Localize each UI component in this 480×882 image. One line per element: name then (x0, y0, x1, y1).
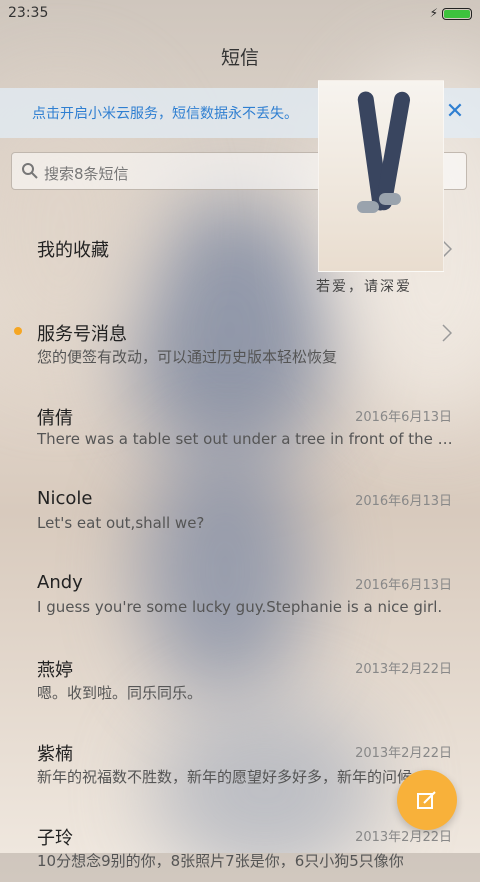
item-preview: 您的便签有改动，可以通过历史版本轻松恢复 (37, 348, 338, 366)
message-date: 2016年6月13日 (355, 578, 452, 593)
conversation-row[interactable]: 燕婷 2013年2月22日 嗯。收到啦。同乐同乐。 (0, 630, 480, 714)
battery-icon (442, 8, 472, 20)
close-icon[interactable]: ✕ (440, 98, 470, 128)
status-bar: 23:35 ⚡ (0, 0, 480, 28)
unread-dot (14, 327, 22, 335)
search-icon (22, 163, 38, 179)
message-date: 2016年6月13日 (355, 410, 452, 425)
contact-name: 紫楠 (37, 744, 73, 765)
list-item-service[interactable]: 服务号消息 您的便签有改动，可以通过历史版本轻松恢复 (0, 294, 480, 378)
message-date: 2013年2月22日 (355, 830, 452, 845)
contact-name: 倩倩 (37, 408, 73, 429)
page-title: 短信 (220, 47, 259, 69)
conversation-row[interactable]: 倩倩 2016年6月13日 There was a table set out … (0, 378, 480, 462)
cloud-notice-text[interactable]: 点击开启小米云服务，短信数据永不丢失。 (32, 103, 298, 123)
search-placeholder: 搜索8条短信 (44, 165, 129, 183)
conversation-row[interactable]: Andy 2016年6月13日 I guess you're some luck… (0, 546, 480, 630)
message-date: 2013年2月22日 (355, 662, 452, 677)
photo-image (318, 80, 444, 272)
message-preview: 10分想念9别的你，8张照片7张是你，6只小狗5只像你 (37, 852, 404, 870)
message-preview: 新年的祝福数不胜数，新年的愿望好多好多，新年的问候... (37, 768, 427, 786)
photo-caption: 若爱，请深爱 (316, 279, 412, 295)
contact-name: Nicole (37, 488, 93, 509)
message-preview: 嗯。收到啦。同乐同乐。 (37, 684, 203, 702)
message-date: 2013年2月22日 (355, 746, 452, 761)
item-name: 我的收藏 (37, 240, 109, 261)
message-preview: Let's eat out,shall we? (37, 514, 205, 532)
conversation-row[interactable]: Nicole 2016年6月13日 Let's eat out,shall we… (0, 462, 480, 546)
chevron-right-icon (442, 324, 452, 342)
item-name: 服务号消息 (37, 324, 127, 345)
compose-button[interactable] (397, 770, 457, 830)
contact-name: 燕婷 (37, 660, 73, 681)
title-bar: 短信 (0, 40, 480, 76)
message-preview: I guess you're some lucky guy.Stephanie … (37, 598, 443, 616)
status-time: 23:35 (8, 5, 49, 21)
contact-name: 子玲 (37, 828, 73, 849)
charging-icon: ⚡ (429, 6, 438, 20)
contact-name: Andy (37, 572, 83, 593)
message-date: 2016年6月13日 (355, 494, 452, 509)
message-preview: There was a table set out under a tree i… (37, 430, 457, 448)
edit-icon (417, 791, 436, 809)
